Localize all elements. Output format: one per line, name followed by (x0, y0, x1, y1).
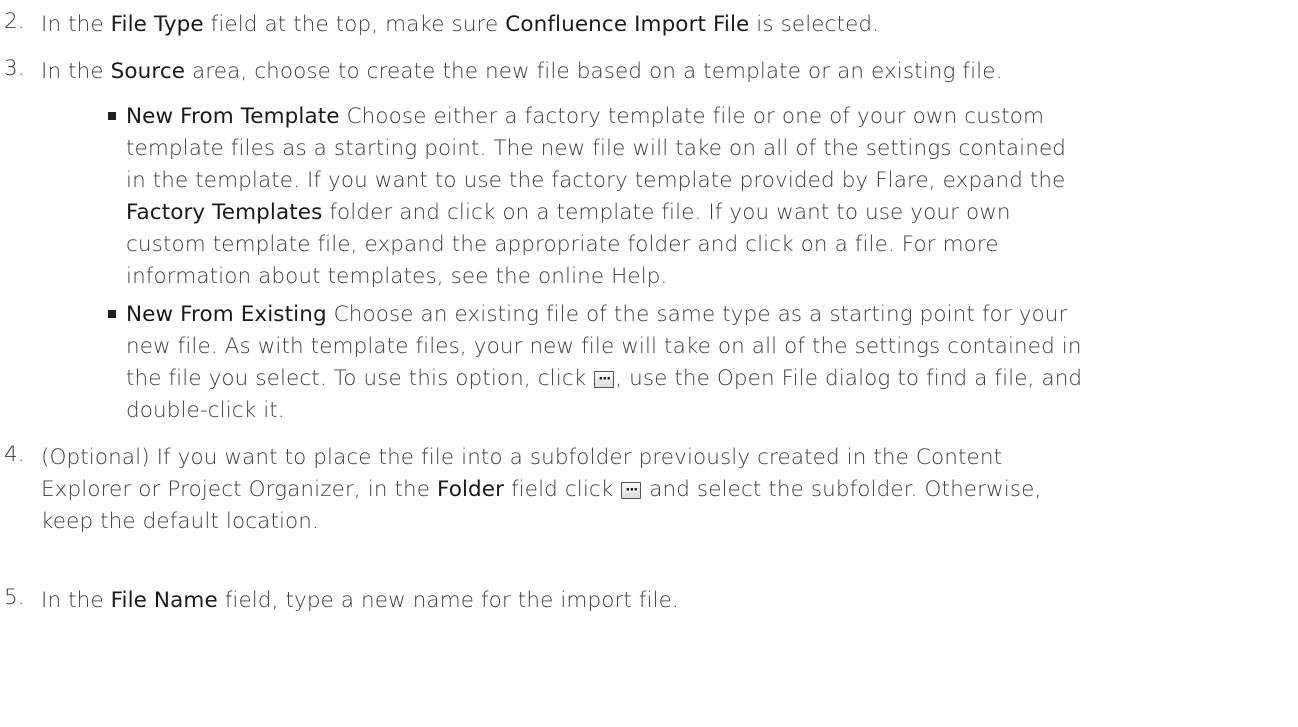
text-line: New From Template Choose either a factor… (126, 101, 1286, 133)
text-run: folder and click on a template file. If … (322, 200, 1011, 225)
step-text: In the Source area, choose to create the… (41, 56, 1281, 88)
text-run: is selected. (749, 12, 880, 37)
browse-button-icon (621, 475, 642, 507)
text-run: , use the Open File dialog to find a fil… (615, 366, 1083, 391)
text-line: (Optional) If you want to place the file… (41, 442, 1281, 474)
ui-term: Factory Templates (126, 200, 323, 225)
step-number: 4. (4, 442, 25, 467)
step-number: 5. (4, 585, 25, 610)
text-run: Explorer or Project Organizer, in the (41, 477, 438, 502)
ui-term: Folder (437, 477, 505, 502)
text-run: keep the default location. (41, 509, 319, 534)
step-text: (Optional) If you want to place the file… (41, 442, 1281, 538)
ui-term: New From Existing (126, 302, 327, 327)
step-number: 3. (4, 56, 25, 81)
ui-term: File Type (110, 12, 204, 37)
text-run: In the (41, 12, 111, 37)
text-line: In the File Type field at the top, make … (41, 9, 1281, 41)
text-line: double-click it. (126, 395, 1286, 427)
text-run: new file. As with template files, your n… (126, 334, 1082, 359)
step-number: 2. (4, 9, 25, 34)
bullet-icon (108, 112, 116, 120)
browse-button-icon (594, 364, 615, 396)
text-line: in the template. If you want to use the … (126, 165, 1286, 197)
ui-term: New From Template (126, 104, 340, 129)
text-run: double-click it. (126, 398, 285, 423)
subitem-text: New From Template Choose either a factor… (126, 101, 1286, 293)
ui-term: Confluence Import File (505, 12, 750, 37)
text-run: template files as a starting point. The … (126, 136, 1067, 161)
text-line: keep the default location. (41, 506, 1281, 538)
text-run: (Optional) If you want to place the file… (41, 445, 1003, 470)
text-line: In the Source area, choose to create the… (41, 56, 1281, 88)
subitem-text: New From Existing Choose an existing fil… (126, 299, 1286, 427)
text-line: new file. As with template files, your n… (126, 331, 1286, 363)
step-text: In the File Type field at the top, make … (41, 9, 1281, 41)
text-line: information about templates, see the onl… (126, 261, 1286, 293)
text-run: field click (504, 477, 621, 502)
ui-term: File Name (110, 588, 218, 613)
text-run: Choose either a factory template file or… (339, 104, 1045, 129)
text-run: field at the top, make sure (203, 12, 506, 37)
text-run: area, choose to create the new file base… (185, 59, 1003, 84)
ui-term: Source (110, 59, 186, 84)
text-run: in the template. If you want to use the … (126, 168, 1066, 193)
text-line: custom template file, expand the appropr… (126, 229, 1286, 261)
instructions-document: 2. In the File Type field at the top, ma… (0, 0, 1298, 727)
text-run: information about templates, see the onl… (126, 264, 668, 289)
text-run: and select the subfolder. Otherwise, (642, 477, 1042, 502)
text-line: Explorer or Project Organizer, in the Fo… (41, 474, 1281, 507)
step-text: In the File Name field, type a new name … (41, 585, 1281, 617)
text-line: Factory Templates folder and click on a … (126, 197, 1286, 229)
text-run: custom template file, expand the appropr… (126, 232, 999, 257)
text-line: template files as a starting point. The … (126, 133, 1286, 165)
subitem-new-from-existing: New From Existing Choose an existing fil… (108, 299, 1286, 427)
bullet-icon (108, 310, 116, 318)
text-run: In the (41, 588, 111, 613)
text-run: the file you select. To use this option,… (126, 366, 594, 391)
text-run: field, type a new name for the import fi… (217, 588, 679, 613)
text-line: In the File Name field, type a new name … (41, 585, 1281, 617)
text-line: New From Existing Choose an existing fil… (126, 299, 1286, 331)
subitem-new-from-template: New From Template Choose either a factor… (108, 101, 1286, 293)
text-run: Choose an existing file of the same type… (326, 302, 1068, 327)
text-line: the file you select. To use this option,… (126, 363, 1286, 396)
text-run: In the (41, 59, 111, 84)
